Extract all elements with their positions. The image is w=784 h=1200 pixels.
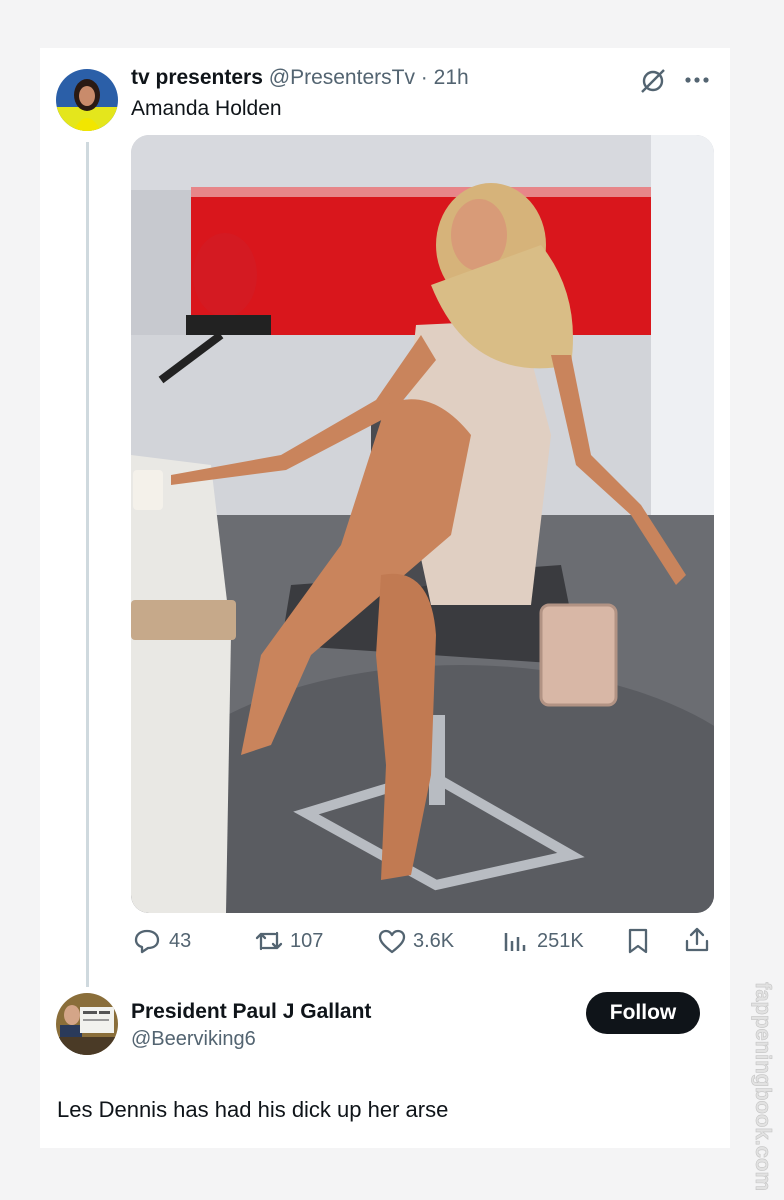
tweet-header: tv presenters @PresentersTv · 21h (131, 66, 469, 90)
watermark-text: fappeningbook.com (751, 982, 776, 1190)
tweet-text: Amanda Holden (131, 97, 282, 120)
retweet-icon (254, 927, 284, 955)
reply-text: Les Dennis has had his dick up her arse (57, 1097, 449, 1122)
header-separator: · (420, 66, 428, 89)
like-count: 3.6K (413, 929, 455, 952)
action-reply[interactable]: 43 (133, 926, 191, 956)
views-icon (501, 927, 529, 955)
action-retweet[interactable]: 107 (254, 926, 323, 956)
author-handle[interactable]: @PresentersTv (269, 66, 415, 89)
grok-icon[interactable] (638, 66, 668, 101)
reply-avatar[interactable] (56, 993, 118, 1055)
action-like[interactable]: 3.6K (377, 926, 454, 956)
retweet-count: 107 (290, 929, 324, 952)
action-views[interactable]: 251K (501, 926, 584, 956)
reply-author-name[interactable]: President Paul J Gallant (131, 1000, 371, 1024)
reply-count: 43 (169, 929, 192, 952)
share-icon[interactable] (683, 926, 711, 959)
reply-author-handle[interactable]: @Beerviking6 (131, 1028, 256, 1051)
bookmark-icon[interactable] (625, 927, 651, 960)
thread-line (86, 142, 89, 987)
author-avatar[interactable] (56, 69, 118, 131)
watermark: fappeningbook.com (751, 982, 777, 1190)
views-count: 251K (537, 929, 584, 952)
like-icon (377, 927, 407, 955)
author-name[interactable]: tv presenters (131, 66, 263, 89)
tweet-media[interactable] (131, 135, 714, 913)
more-icon[interactable] (684, 72, 712, 93)
follow-button[interactable]: Follow (586, 992, 700, 1034)
reply-icon (133, 927, 161, 955)
tweet-time[interactable]: 21h (434, 66, 469, 89)
